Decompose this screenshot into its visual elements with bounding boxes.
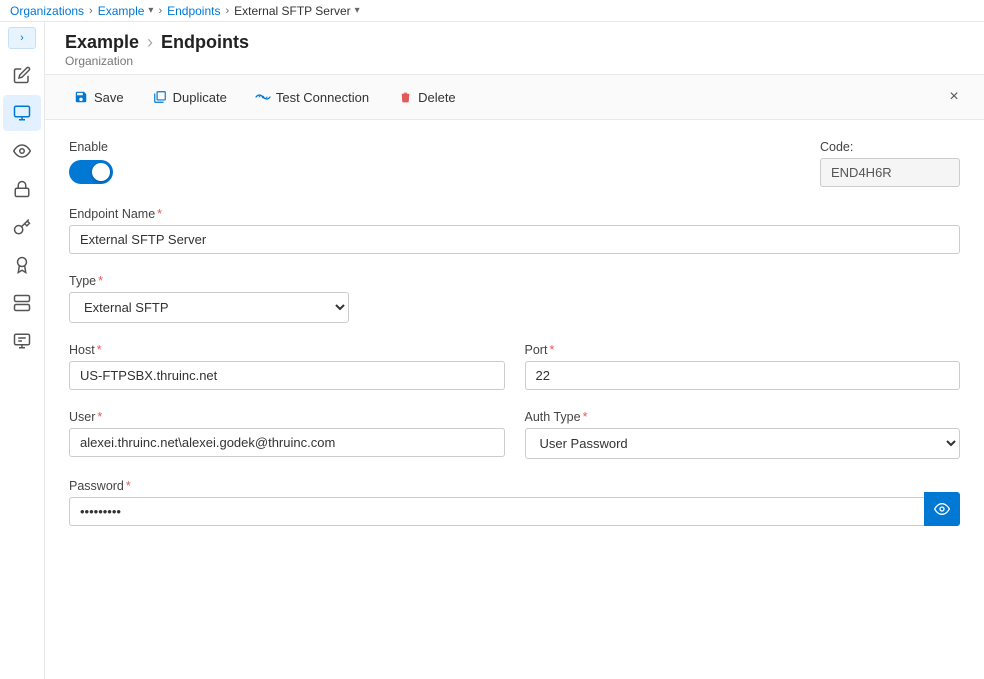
user-group: User* (69, 410, 505, 459)
duplicate-button[interactable]: Duplicate (140, 84, 239, 110)
password-group: Password* (69, 479, 960, 526)
enable-section: Enable (69, 140, 113, 184)
auth-type-group: Auth Type* User Password SSH Key Certifi… (525, 410, 961, 459)
close-button[interactable]: × (940, 83, 968, 111)
code-label: Code: (820, 140, 960, 154)
save-icon (73, 89, 89, 105)
sidebar-icon-edit[interactable] (3, 57, 41, 93)
code-field (820, 158, 960, 187)
port-label: Port* (525, 343, 961, 357)
main-content: Example › Endpoints Organization Save Du… (45, 22, 984, 679)
breadcrumb: Organizations › Example ▾ › Endpoints › … (0, 0, 984, 22)
type-select[interactable]: External SFTP Internal SFTP FTP FTPS (69, 292, 349, 323)
sidebar-icon-badge[interactable] (3, 247, 41, 283)
test-connection-button[interactable]: Test Connection (243, 84, 381, 110)
sidebar-icon-server[interactable] (3, 285, 41, 321)
sidebar-icon-lock[interactable] (3, 171, 41, 207)
sidebar-icon-visibility[interactable] (3, 133, 41, 169)
password-input[interactable] (69, 497, 960, 526)
endpoint-name-input[interactable] (69, 225, 960, 254)
sidebar-toggle-button[interactable]: › (8, 27, 36, 49)
page-title-endpoints: Endpoints (161, 32, 249, 53)
form-area: Enable Code: Endpoint Name* Type* (45, 120, 984, 679)
delete-label: Delete (418, 90, 456, 105)
delete-button[interactable]: Delete (385, 84, 468, 110)
test-connection-label: Test Connection (276, 90, 369, 105)
type-label: Type* (69, 274, 369, 288)
auth-type-select[interactable]: User Password SSH Key Certificate (525, 428, 961, 459)
host-input[interactable] (69, 361, 505, 390)
breadcrumb-example[interactable]: Example (98, 4, 145, 18)
save-label: Save (94, 90, 124, 105)
password-visibility-toggle[interactable] (924, 492, 960, 526)
breadcrumb-endpoints[interactable]: Endpoints (167, 4, 220, 18)
current-dropdown-icon[interactable]: ▾ (355, 5, 360, 16)
sidebar: › (0, 22, 45, 679)
sidebar-icon-endpoints[interactable] (3, 95, 41, 131)
breadcrumb-current: External SFTP Server (234, 4, 350, 18)
delete-icon (397, 89, 413, 105)
enable-toggle[interactable] (69, 160, 113, 184)
page-title-example: Example (65, 32, 139, 53)
page-header: Example › Endpoints Organization (45, 22, 984, 75)
save-button[interactable]: Save (61, 84, 136, 110)
test-connection-icon (255, 89, 271, 105)
endpoint-name-label: Endpoint Name* (69, 207, 960, 221)
endpoint-name-group: Endpoint Name* (69, 207, 960, 254)
toolbar: Save Duplicate Test Connection Delete (45, 75, 984, 120)
page-subtitle: Organization (65, 54, 964, 68)
sidebar-icon-monitor[interactable] (3, 323, 41, 359)
port-input[interactable] (525, 361, 961, 390)
port-group: Port* (525, 343, 961, 390)
password-label: Password* (69, 479, 960, 493)
password-row (69, 497, 960, 526)
enable-label: Enable (69, 140, 113, 154)
user-auth-row: User* Auth Type* User Password SSH Key C… (69, 410, 960, 459)
duplicate-label: Duplicate (173, 90, 227, 105)
host-group: Host* (69, 343, 505, 390)
sidebar-icon-key[interactable] (3, 209, 41, 245)
host-port-row: Host* Port* (69, 343, 960, 390)
user-label: User* (69, 410, 505, 424)
code-section: Code: (820, 140, 960, 187)
breadcrumb-organizations[interactable]: Organizations (10, 4, 84, 18)
user-input[interactable] (69, 428, 505, 457)
type-group: Type* External SFTP Internal SFTP FTP FT… (69, 274, 369, 323)
auth-type-label: Auth Type* (525, 410, 961, 424)
enable-code-row: Enable Code: (69, 140, 960, 187)
host-label: Host* (69, 343, 505, 357)
example-dropdown-icon[interactable]: ▾ (148, 5, 153, 16)
duplicate-icon (152, 89, 168, 105)
